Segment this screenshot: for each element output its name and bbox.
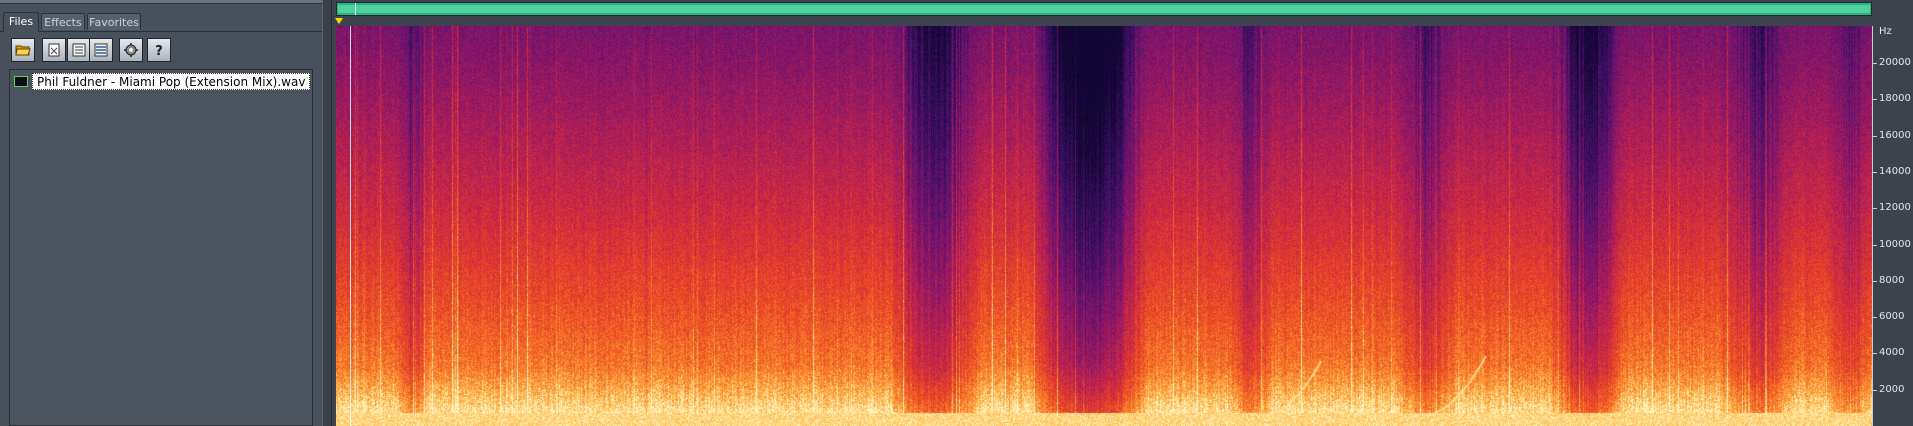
frequency-label: 2000 [1879,384,1905,395]
frequency-tick [1873,281,1877,282]
frequency-axis: Hz 20000 18000 16000 14000 12000 10000 8000 600… [1872,26,1913,426]
timeline-ruler[interactable] [335,18,1872,26]
frequency-tick [1873,353,1877,354]
tab-files[interactable]: Files [3,12,39,32]
spectrogram-display[interactable] [336,26,1872,426]
frequency-label: 16000 [1879,130,1911,141]
frequency-label: 14000 [1879,166,1911,177]
frequency-tick [1873,317,1877,318]
tab-favorites[interactable]: Favorites [87,13,141,30]
multitrack-button[interactable] [89,38,113,62]
frequency-label: 10000 [1879,239,1911,250]
playhead-marker[interactable] [335,18,343,24]
help-button[interactable]: ? [147,38,171,62]
frequency-tick [1873,99,1877,100]
frequency-tick [1873,63,1877,64]
file-list[interactable]: Phil Fuldner - Miami Pop (Extension Mix)… [9,69,313,426]
frequency-label: 4000 [1879,347,1905,358]
frequency-tick [1873,245,1877,246]
overview-range [338,5,1870,13]
playhead-cursor-line [350,26,351,426]
frequency-tick [1873,172,1877,173]
organizer-panel: Files Effects Favorites ? Phil Fuldner -… [0,0,323,426]
audio-editor-window: Files Effects Favorites ? Phil Fuldner -… [0,0,1913,426]
panel-splitter[interactable] [322,0,332,426]
frequency-label: 18000 [1879,93,1911,104]
overview-scrollbar[interactable] [336,2,1872,16]
close-file-button[interactable] [42,38,66,62]
frequency-tick [1873,208,1877,209]
frequency-label: 20000 [1879,57,1911,68]
close-all-button[interactable] [67,38,91,62]
frequency-label: 6000 [1879,311,1905,322]
frequency-label: 12000 [1879,202,1911,213]
frequency-tick [1873,136,1877,137]
waveform-file-icon [14,76,28,87]
organizer-tab-bar: Files Effects Favorites [0,12,322,32]
frequency-label: 8000 [1879,275,1905,286]
open-file-button[interactable] [11,38,35,62]
properties-button[interactable] [119,38,143,62]
svg-text:?: ? [155,44,163,58]
file-name: Phil Fuldner - Miami Pop (Extension Mix)… [32,73,311,90]
overview-position-marker [355,3,356,15]
frequency-unit-label: Hz [1879,26,1892,37]
frequency-tick [1873,390,1877,391]
spectral-view: Hz 20000 18000 16000 14000 12000 10000 8000 600… [332,0,1913,426]
tab-effects[interactable]: Effects [41,13,85,30]
panel-top-strip [0,0,322,4]
